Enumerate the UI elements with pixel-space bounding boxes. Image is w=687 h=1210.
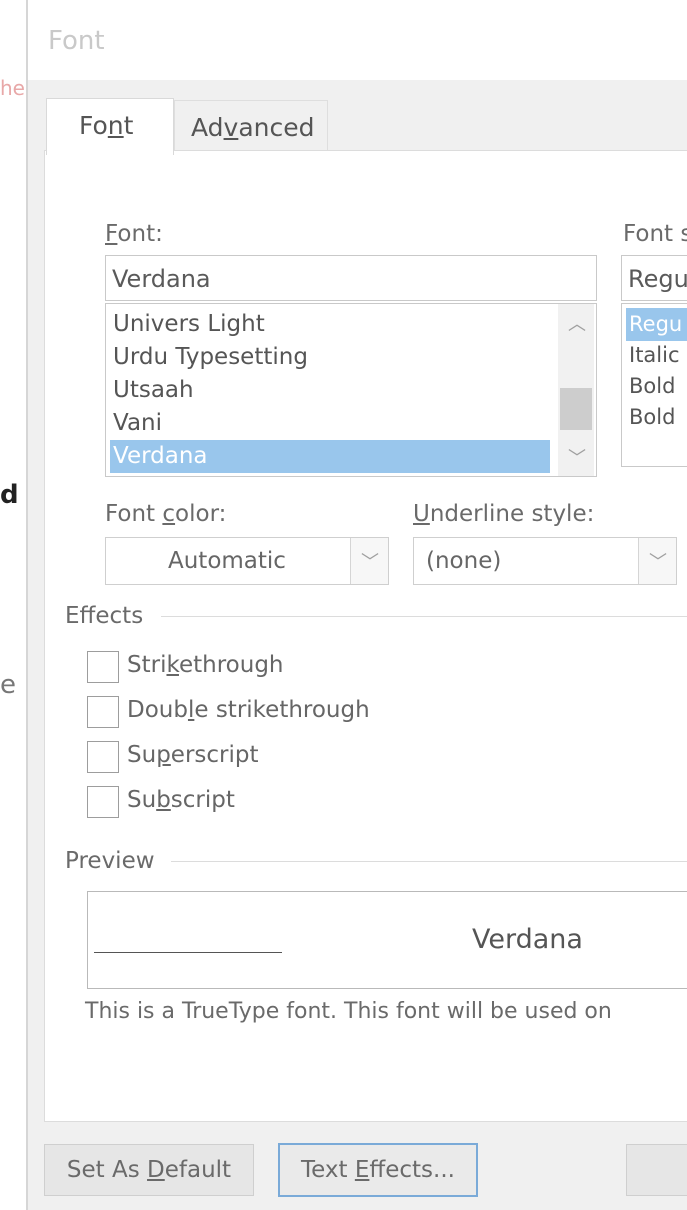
superscript-label[interactable]: Superscript <box>127 742 259 768</box>
tab-font-label: Font <box>79 111 134 140</box>
preview-note: This is a TrueType font. This font will … <box>85 999 612 1024</box>
list-item[interactable]: Italic <box>626 339 687 372</box>
title-bar: Font <box>28 0 687 80</box>
font-style-input[interactable]: Regu <box>621 255 687 301</box>
list-item[interactable]: Bold <box>626 370 687 403</box>
list-item-selected[interactable]: Regu <box>626 308 687 341</box>
chevron-down-icon: ﹀ <box>649 552 667 573</box>
scroll-up-icon[interactable]: ︿ <box>568 310 586 336</box>
preview-divider <box>171 861 687 862</box>
font-style-list[interactable]: Regu Italic Bold Bold <box>621 303 687 467</box>
double-strikethrough-checkbox[interactable] <box>87 696 119 728</box>
subscript-checkbox[interactable] <box>87 786 119 818</box>
font-name-input[interactable]: Verdana <box>105 255 597 301</box>
font-color-dropdown[interactable]: Automatic ﹀ <box>105 537 389 585</box>
tab-panel-font: Font: Verdana Univers Light Urdu Typeset… <box>44 150 687 1122</box>
preview-sample-text: Verdana <box>472 924 583 955</box>
underline-style-dropdown-button[interactable]: ﹀ <box>638 538 676 584</box>
effects-heading: Effects <box>65 603 144 629</box>
list-item[interactable]: Utsaah <box>110 374 553 407</box>
tab-advanced[interactable]: Advanced <box>174 100 328 153</box>
list-item-selected[interactable]: Verdana <box>110 440 550 473</box>
font-name-value: Verdana <box>112 265 211 293</box>
underline-style-dropdown[interactable]: (none) ﹀ <box>413 537 677 585</box>
font-label: Font: <box>105 221 163 247</box>
font-list-scrollbar[interactable]: ︿ ﹀ <box>558 304 594 476</box>
tab-advanced-label: Advanced <box>191 113 315 142</box>
set-as-default-button[interactable]: Set As Default <box>44 1144 254 1196</box>
preview-box: Verdana <box>87 891 687 989</box>
list-item[interactable]: Univers Light <box>110 308 553 341</box>
font-style-value: Regu <box>628 265 687 293</box>
font-list[interactable]: Univers Light Urdu Typesetting Utsaah Va… <box>105 303 597 477</box>
ok-button[interactable] <box>626 1144 687 1196</box>
background-edge-text: d <box>0 480 19 510</box>
list-item[interactable]: Vani <box>110 407 553 440</box>
superscript-checkbox[interactable] <box>87 741 119 773</box>
preview-heading: Preview <box>65 848 155 874</box>
strikethrough-checkbox[interactable] <box>87 651 119 683</box>
background-edge-text: e <box>0 670 16 700</box>
tab-font[interactable]: Font <box>46 98 174 155</box>
underline-style-label: Underline style: <box>413 501 595 527</box>
text-effects-button[interactable]: Text Effects... <box>278 1143 478 1197</box>
font-style-label: Font s <box>623 221 687 247</box>
list-item[interactable]: Bold <box>626 401 687 434</box>
font-color-dropdown-button[interactable]: ﹀ <box>350 538 388 584</box>
strikethrough-label[interactable]: Strikethrough <box>127 652 284 678</box>
font-dialog: Font Advanced Font: Verdana Univers Ligh… <box>26 0 687 1210</box>
list-item[interactable]: Urdu Typesetting <box>110 341 553 374</box>
subscript-label[interactable]: Subscript <box>127 787 235 813</box>
double-strikethrough-label[interactable]: Double strikethrough <box>127 697 370 723</box>
preview-baseline <box>94 952 282 953</box>
chevron-down-icon: ﹀ <box>361 552 379 573</box>
effects-divider <box>161 616 687 617</box>
font-color-label: Font color: <box>105 501 227 527</box>
scroll-down-icon[interactable]: ﹀ <box>568 444 586 470</box>
background-edge-text: he <box>0 76 25 100</box>
dialog-title: Font <box>48 26 105 56</box>
scroll-thumb[interactable] <box>560 388 592 430</box>
font-color-value: Automatic <box>168 548 286 574</box>
underline-style-value: (none) <box>426 548 502 574</box>
